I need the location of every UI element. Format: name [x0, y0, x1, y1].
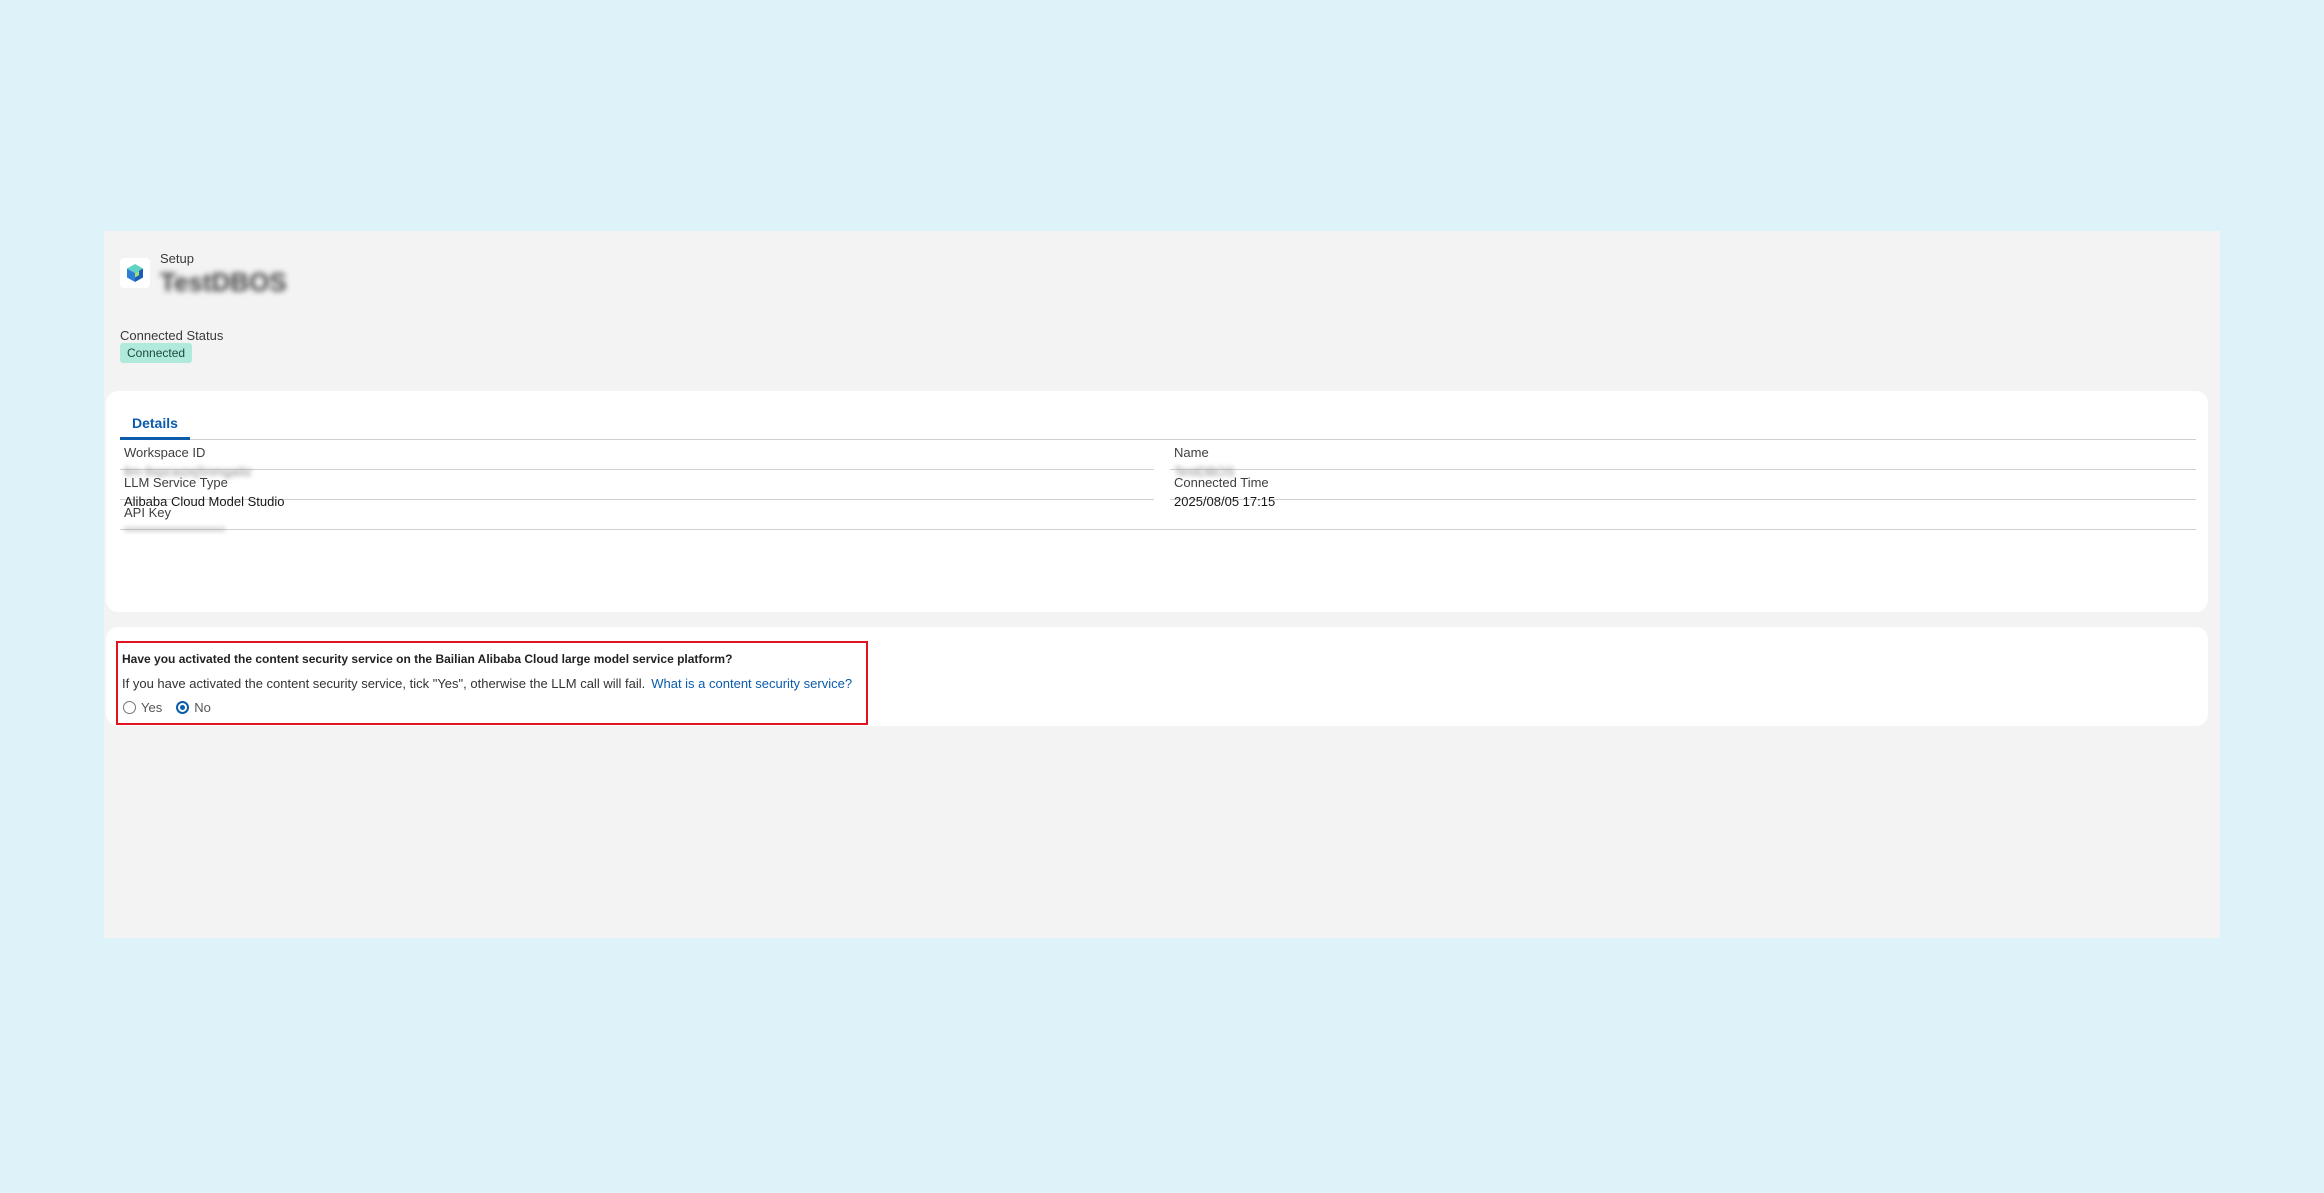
radio-label: Yes [141, 700, 163, 715]
field-value: ******************** [124, 524, 226, 539]
field-name: Name TestDBOS [1170, 440, 2196, 479]
status-badge: Connected [120, 343, 193, 363]
field-connected-time: Connected Time 2025/08/05 17:15 [1170, 470, 2196, 509]
field-api-key: API Key ******************** [120, 500, 2196, 539]
radio-group: Yes No [123, 700, 225, 715]
help-text: If you have activated the content securi… [122, 676, 646, 691]
help-text-line: If you have activated the content securi… [122, 676, 852, 691]
field-label: Workspace ID [124, 445, 206, 460]
field-label: LLM Service Type [124, 475, 228, 490]
field-workspace-id: Workspace ID llm-9xpcwzej5nmga9z [120, 440, 1154, 479]
radio-option-yes[interactable]: Yes [123, 700, 162, 715]
radio-yes[interactable] [123, 701, 136, 714]
content-security-question-box: Have you activated the content security … [116, 641, 868, 725]
field-label: API Key [124, 505, 171, 520]
content-security-card: Have you activated the content security … [106, 627, 2208, 726]
question-text: Have you activated the content security … [122, 652, 733, 666]
record-title: TestDBOS [160, 267, 287, 297]
cube-logo-icon [127, 264, 143, 282]
radio-label: No [194, 700, 211, 715]
content-security-link[interactable]: What is a content security service? [651, 676, 852, 691]
object-label: Setup [160, 251, 194, 266]
app-logo [120, 258, 150, 288]
radio-no[interactable] [176, 701, 190, 714]
tab-bar: Details [120, 411, 2196, 440]
details-card: Details Workspace ID llm-9xpcwzej5nmga9z… [106, 391, 2208, 612]
field-llm-service-type: LLM Service Type Alibaba Cloud Model Stu… [120, 470, 1154, 509]
field-label: Name [1174, 445, 1209, 460]
connected-status-label: Connected Status [120, 328, 224, 343]
setup-panel: Setup TestDBOS Connected Status Connecte… [104, 231, 2220, 938]
tab-details[interactable]: Details [120, 411, 190, 440]
radio-option-no[interactable]: No [176, 700, 211, 715]
field-label: Connected Time [1174, 475, 1269, 490]
